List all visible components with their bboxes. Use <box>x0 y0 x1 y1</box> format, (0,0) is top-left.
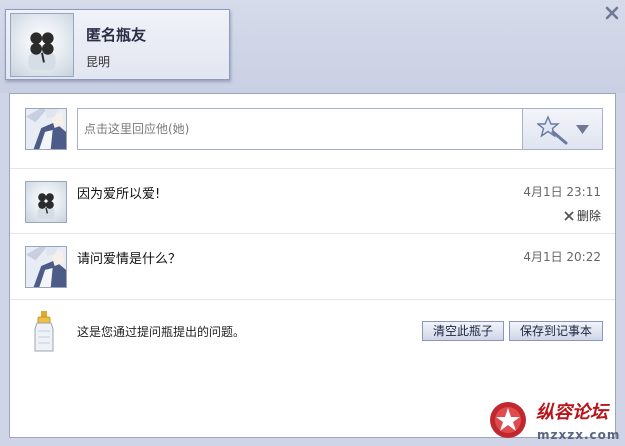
x-icon <box>564 210 574 221</box>
avatar-user <box>25 108 67 150</box>
message-text: 因为爱所以爱! <box>77 187 161 202</box>
delete-button[interactable]: 删除 <box>564 207 601 224</box>
bottle-icon <box>34 311 54 352</box>
message-panel: 因为爱所以爱! 4月1日 23:11 删除 请问爱情是什么？ 4月1日 20:2… <box>9 93 616 438</box>
avatar-user <box>25 246 67 288</box>
reply-input[interactable] <box>77 108 523 150</box>
clear-bottle-button[interactable]: 清空此瓶子 <box>422 321 504 341</box>
message-item: 请问爱情是什么？ 4月1日 20:22 <box>10 235 615 300</box>
watermark: 纵容论坛 mzxzx.com <box>488 398 625 446</box>
avatar-clover <box>10 13 74 77</box>
message-item: 因为爱所以爱! 4月1日 23:11 删除 <box>10 170 615 234</box>
avatar-clover <box>25 181 67 223</box>
profile-card: 匿名瓶友 昆明 <box>5 9 230 80</box>
magic-wand-icon <box>537 115 568 145</box>
delete-label: 删除 <box>576 209 601 223</box>
watermark-title: 纵容论坛 <box>536 402 608 423</box>
save-to-notepad-button[interactable]: 保存到记事本 <box>509 321 603 341</box>
message-text: 请问爱情是什么？ <box>77 252 182 267</box>
chevron-down-icon <box>576 125 589 134</box>
watermark-url: mzxzx.com <box>537 428 621 442</box>
footer-note: 这是您通过提问瓶提出的问题。 <box>77 325 246 339</box>
emote-button[interactable] <box>522 108 603 150</box>
message-time: 4月1日 23:11 <box>523 185 601 199</box>
close-icon[interactable] <box>605 6 619 20</box>
footer-row: 这是您通过提问瓶提出的问题。 清空此瓶子 保存到记事本 <box>10 301 615 361</box>
profile-name: 匿名瓶友 <box>86 26 147 44</box>
message-time: 4月1日 20:22 <box>523 250 601 264</box>
watermark-seal-icon <box>490 402 526 438</box>
reply-row <box>10 94 615 169</box>
profile-city: 昆明 <box>86 55 111 69</box>
